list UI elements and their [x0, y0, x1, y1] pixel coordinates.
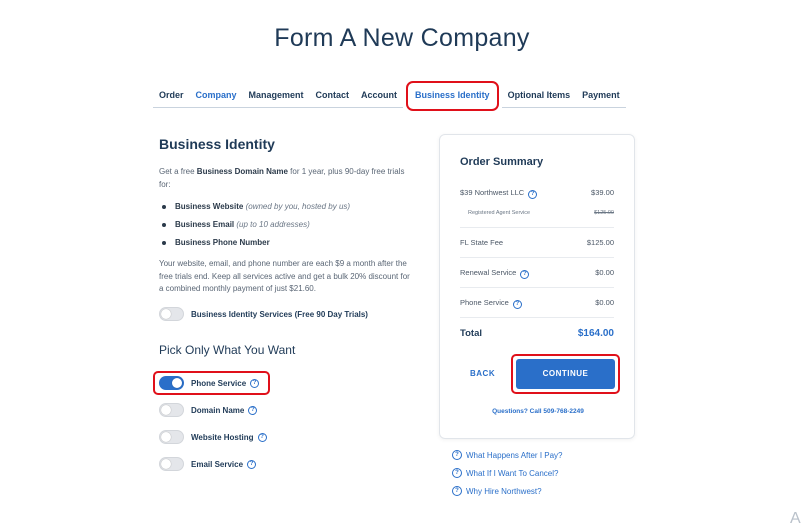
- summary-line: FL State Fee $125.00: [460, 238, 614, 247]
- help-icon[interactable]: ?: [257, 432, 267, 442]
- line-value: $0.00: [595, 298, 614, 307]
- line-value: $39.00: [591, 188, 614, 197]
- faq-link-cancel[interactable]: ? What If I Want To Cancel?: [452, 468, 558, 478]
- email-service-label: Email Service: [191, 459, 244, 469]
- subline-value: $125.00: [594, 210, 614, 216]
- pricing-description: Your website, email, and phone number ar…: [159, 259, 410, 293]
- bullet-title: Business Website: [175, 202, 244, 211]
- divider: [460, 257, 614, 258]
- help-icon: ?: [452, 486, 462, 496]
- phone-service-label: Phone Service: [191, 378, 247, 388]
- page-title: Form A New Company: [274, 24, 530, 52]
- intro-bold: Business Domain Name: [196, 167, 288, 176]
- option-row-phone: Phone Service ?: [159, 375, 260, 391]
- list-item: Business Email (up to 10 addresses): [159, 219, 413, 237]
- master-toggle-row: Business Identity Services (Free 90 Day …: [159, 306, 368, 322]
- help-icon[interactable]: ?: [528, 190, 538, 199]
- pick-title: Pick Only What You Want: [159, 343, 296, 357]
- line-label: FL State Fee: [460, 238, 504, 247]
- divider: [460, 317, 614, 318]
- back-button[interactable]: BACK: [470, 369, 495, 378]
- progress-tabs: Order Company Management Contact Account…: [153, 81, 626, 111]
- faq-label: What If I Want To Cancel?: [466, 468, 559, 478]
- toggle-knob: [161, 309, 171, 319]
- help-icon[interactable]: ?: [512, 300, 522, 309]
- tab-optional-items[interactable]: Optional Items: [501, 84, 577, 108]
- toggle-knob: [161, 459, 171, 469]
- master-toggle-label: Business Identity Services (Free 90 Day …: [191, 309, 368, 319]
- summary-line: Phone Service? $0.00: [460, 298, 614, 309]
- faq-label: What Happens After I Pay?: [466, 450, 563, 460]
- summary-line: $39 Northwest LLC? $39.00: [460, 188, 614, 199]
- business-identity-toggle[interactable]: [159, 307, 184, 321]
- faq-link-after-pay[interactable]: ? What Happens After I Pay?: [452, 450, 563, 460]
- business-identity-section: Business Identity Get a free Business Do…: [159, 136, 413, 296]
- bullet-title: Business Phone Number: [175, 238, 270, 247]
- domain-name-label: Domain Name: [191, 405, 245, 415]
- help-icon[interactable]: ?: [520, 270, 530, 279]
- toggle-knob: [161, 405, 171, 415]
- intro-prefix: Get a free: [159, 167, 197, 176]
- tab-order[interactable]: Order: [153, 84, 190, 108]
- website-hosting-toggle[interactable]: [159, 430, 184, 444]
- faq-label: Why Hire Northwest?: [466, 486, 542, 496]
- option-row-domain: Domain Name ?: [159, 402, 258, 418]
- summary-line: Renewal Service? $0.00: [460, 268, 614, 279]
- option-row-website: Website Hosting ?: [159, 429, 267, 445]
- line-label: Renewal Service?: [460, 268, 530, 279]
- option-row-email: Email Service ?: [159, 456, 257, 472]
- divider: [460, 227, 614, 228]
- line-value: $0.00: [595, 268, 614, 277]
- line-label-text: Phone Service: [460, 298, 509, 307]
- phone-service-toggle[interactable]: [159, 376, 184, 390]
- tab-company[interactable]: Company: [189, 84, 243, 108]
- line-value: $125.00: [586, 238, 614, 247]
- service-list: Business Website (owned by you, hosted b…: [159, 201, 413, 255]
- section-title: Business Identity: [159, 136, 275, 152]
- continue-button[interactable]: CONTINUE: [516, 359, 615, 389]
- faq-link-why-hire[interactable]: ? Why Hire Northwest?: [452, 486, 542, 496]
- tab-payment[interactable]: Payment: [576, 84, 626, 108]
- tab-management[interactable]: Management: [242, 84, 310, 108]
- line-label: Phone Service?: [460, 298, 522, 309]
- website-hosting-label: Website Hosting: [191, 432, 254, 442]
- bullet-title: Business Email: [175, 220, 235, 229]
- corner-glyph: A: [790, 510, 801, 527]
- intro-text: Get a free Business Domain Name for 1 ye…: [159, 166, 413, 191]
- total-label: Total: [460, 328, 482, 339]
- divider: [460, 287, 614, 288]
- toggle-knob: [161, 432, 171, 442]
- bullet-note: (owned by you, hosted by us): [245, 202, 351, 211]
- domain-name-toggle[interactable]: [159, 403, 184, 417]
- list-item: Business Phone Number: [159, 237, 413, 255]
- subline-label: Registered Agent Service: [468, 210, 531, 216]
- bullet-note: (up to 10 addresses): [236, 220, 310, 229]
- total-value: $164.00: [577, 328, 614, 339]
- tab-contact[interactable]: Contact: [309, 84, 356, 108]
- summary-total: Total $164.00: [460, 328, 614, 339]
- line-label-text: Renewal Service: [460, 268, 517, 277]
- summary-title: Order Summary: [460, 156, 544, 168]
- tab-account[interactable]: Account: [355, 84, 404, 108]
- help-icon[interactable]: ?: [247, 459, 257, 469]
- email-service-toggle[interactable]: [159, 457, 184, 471]
- order-summary-card: Order Summary $39 Northwest LLC? $39.00 …: [439, 134, 635, 439]
- line-label-text: $39 Northwest LLC: [460, 188, 525, 197]
- questions-phone-link[interactable]: Questions? Call 509-768-2249: [440, 408, 636, 415]
- summary-subline: Registered Agent Service $125.00: [468, 210, 614, 216]
- line-label: $39 Northwest LLC?: [460, 188, 538, 199]
- toggle-knob: [172, 378, 182, 388]
- tab-business-identity[interactable]: Business Identity: [406, 81, 499, 111]
- list-item: Business Website (owned by you, hosted b…: [159, 201, 413, 219]
- help-icon: ?: [452, 468, 462, 478]
- help-icon[interactable]: ?: [250, 378, 260, 388]
- help-icon[interactable]: ?: [248, 405, 258, 415]
- help-icon: ?: [452, 450, 462, 460]
